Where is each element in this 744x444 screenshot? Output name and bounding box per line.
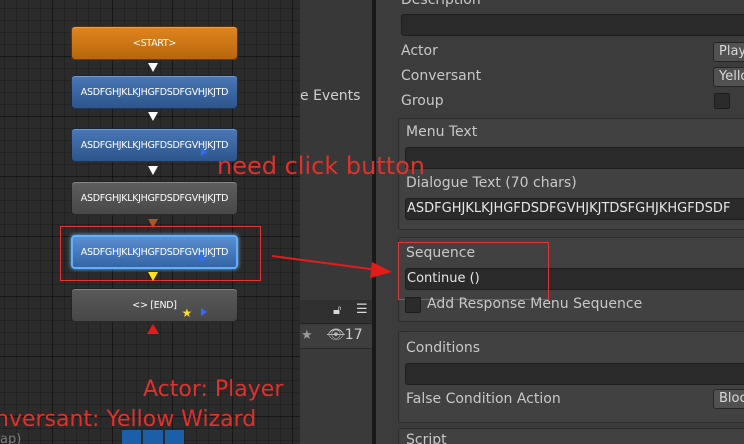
conversant-annotation: nversant: Yellow Wizard	[0, 407, 257, 432]
dialogue-node-2[interactable]: ASDFGHJKLKJHGFDSDFGVHJKJTD	[71, 128, 238, 162]
actor-dropdown[interactable]: Player	[713, 42, 744, 62]
dialogue-node-label: ASDFGHJKLKJHGFDSDFGVHJKJTD	[80, 86, 229, 98]
dialogue-node-3[interactable]: ASDFGHJKLKJHGFDSDFGVHJKJTD	[71, 181, 238, 215]
menu-icon[interactable]: ☰	[356, 302, 368, 317]
connector-arrow-icon	[148, 166, 158, 175]
description-field[interactable]	[401, 14, 744, 36]
dialogue-text-label: Dialogue Text (70 chars)	[406, 175, 577, 191]
annotation-highlight-box	[60, 226, 261, 281]
menu-text-field[interactable]	[405, 147, 744, 169]
add-response-checkbox[interactable]	[405, 297, 421, 313]
blue-blocks	[122, 430, 184, 444]
menu-text-label: Menu Text	[406, 124, 478, 140]
lock-icon[interactable]: 🔓︎	[333, 303, 341, 318]
end-node-label: <> [END]	[132, 299, 177, 311]
conversant-label: Conversant	[401, 68, 482, 84]
inspector-panel: Description Actor Player Conversant Yell…	[376, 0, 744, 444]
red-up-arrow-icon	[147, 324, 159, 334]
blue-triangle-icon	[201, 308, 207, 316]
click-annotation: need click button	[217, 152, 426, 180]
conversation-graph-canvas[interactable]: <START> ASDFGHJKLKJHGFDSDFGVHJKJTD ASDFG…	[0, 0, 300, 444]
blue-triangle-icon	[201, 148, 207, 156]
hidden-count-value: 17	[344, 327, 363, 343]
start-node-label: <START>	[132, 37, 177, 49]
annotation-highlight-box	[398, 242, 549, 300]
conditions-field[interactable]	[405, 363, 744, 385]
false-condition-dropdown[interactable]: Block	[713, 389, 744, 409]
connector-arrow-icon	[148, 112, 158, 121]
dialogue-text-value: ASDFGHJKLKJHGFDSDFGVHJKJTDSFGHJKHGFDSDF	[407, 201, 731, 216]
conversant-dropdown[interactable]: Yellow Wizard	[713, 67, 744, 87]
group-checkbox[interactable]	[714, 93, 730, 109]
hidden-count[interactable]: 👁︎17	[327, 327, 363, 343]
connector-arrow-icon	[148, 63, 158, 72]
eye-hidden-icon: 👁︎	[327, 327, 345, 343]
false-condition-label: False Condition Action	[406, 391, 561, 407]
add-response-label: Add Response Menu Sequence	[427, 296, 643, 312]
dialogue-node-label: ASDFGHJKLKJHGFDSDFGVHJKJTD	[80, 192, 229, 204]
dialogue-node-1[interactable]: ASDFGHJKLKJHGFDSDFGVHJKJTD	[71, 75, 238, 109]
star-icon: ★	[181, 306, 193, 320]
script-section	[398, 428, 744, 444]
conditions-label: Conditions	[406, 340, 481, 356]
description-label: Description	[401, 0, 481, 8]
connector-arrow-icon	[148, 272, 158, 281]
actor-label: Actor	[401, 43, 438, 59]
actor-annotation: Actor: Player	[143, 377, 284, 402]
favorite-star-icon[interactable]: ★	[301, 328, 313, 343]
start-node[interactable]: <START>	[71, 26, 238, 60]
script-label: Script	[406, 432, 447, 444]
end-node[interactable]: <> [END] ★	[71, 288, 238, 322]
stray-text: ap)	[0, 432, 22, 444]
events-label: e Events	[300, 88, 361, 104]
group-label: Group	[401, 93, 444, 109]
